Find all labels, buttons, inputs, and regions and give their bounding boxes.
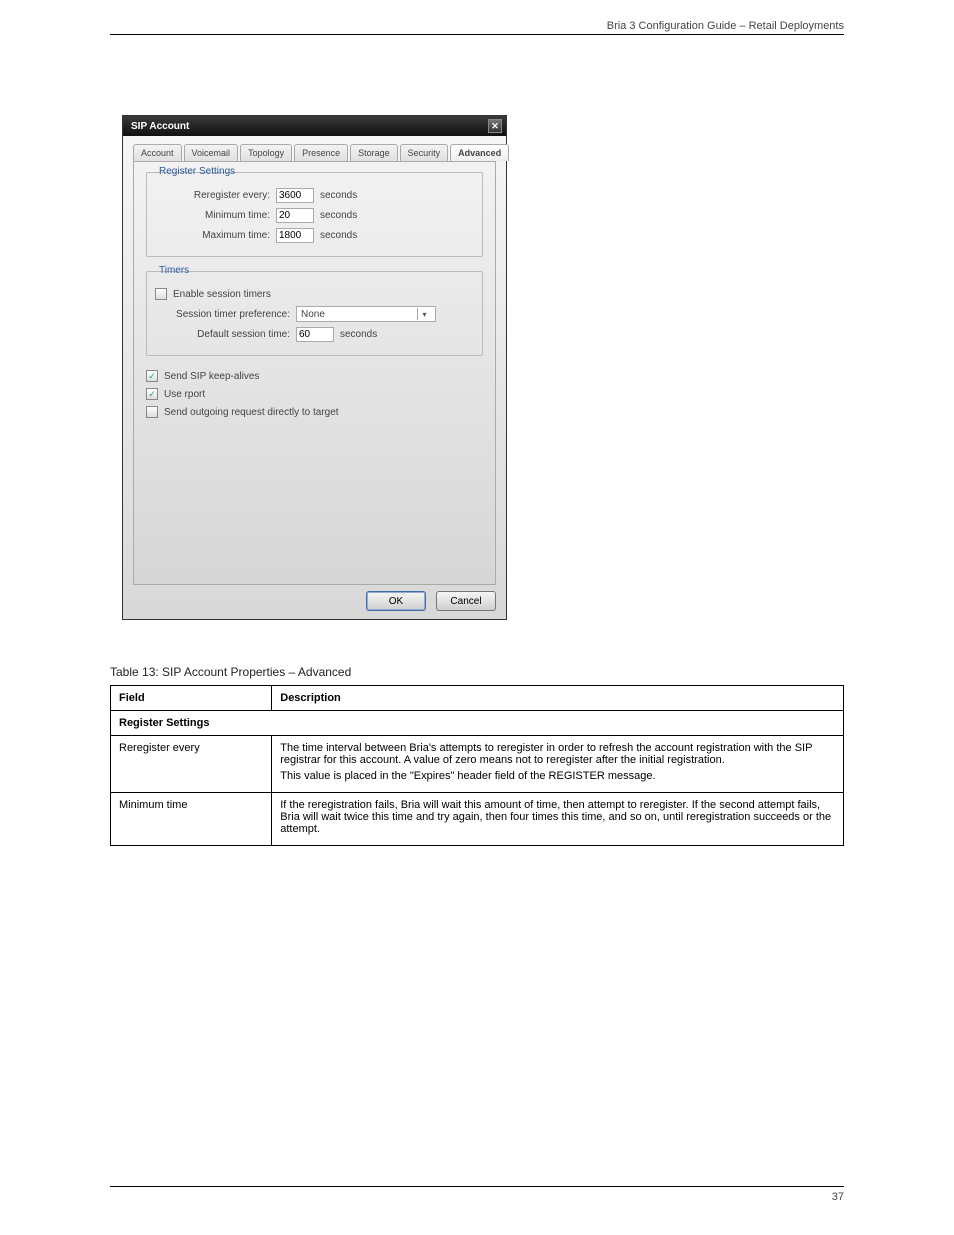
- input-default-session-time[interactable]: [296, 327, 334, 342]
- cell-desc-reregister: The time interval between Bria's attempt…: [272, 736, 844, 793]
- row-enable-session-timers: ✓ Enable session timers: [155, 288, 474, 300]
- row-send-keepalives: ✓ Send SIP keep-alives: [146, 370, 483, 382]
- row-send-direct: ✓ Send outgoing request directly to targ…: [146, 406, 483, 418]
- label-send-direct: Send outgoing request directly to target: [164, 407, 339, 418]
- input-maximum-time[interactable]: [276, 228, 314, 243]
- register-settings-group: Register Settings Reregister every: seco…: [146, 172, 483, 257]
- tab-security[interactable]: Security: [400, 144, 449, 161]
- check-use-rport[interactable]: ✓: [146, 388, 158, 400]
- table-section-cell: Register Settings: [111, 711, 844, 736]
- tab-account[interactable]: Account: [133, 144, 182, 161]
- page-footer: 37: [110, 1186, 844, 1203]
- ok-button[interactable]: OK: [366, 591, 426, 611]
- check-enable-session-timers[interactable]: ✓: [155, 288, 167, 300]
- label-minimum-time: Minimum time:: [155, 210, 270, 221]
- label-default-session-time: Default session time:: [155, 329, 290, 340]
- table-row: Reregister every The time interval betwe…: [111, 736, 844, 793]
- label-use-rport: Use rport: [164, 389, 205, 400]
- cell-field-mintime: Minimum time: [111, 793, 272, 846]
- tab-content: Register Settings Reregister every: seco…: [133, 161, 496, 585]
- th-field: Field: [111, 686, 272, 711]
- label-enable-session-timers: Enable session timers: [173, 289, 271, 300]
- dialog-titlebar: SIP Account ✕: [123, 116, 506, 136]
- row-minimum-time: Minimum time: seconds: [155, 208, 474, 223]
- register-settings-legend: Register Settings: [155, 166, 239, 177]
- combo-session-timer-pref[interactable]: None ▾: [296, 306, 436, 322]
- row-reregister-every: Reregister every: seconds: [155, 188, 474, 203]
- unit-default-session-time: seconds: [340, 329, 377, 340]
- unit-minimum-time: seconds: [320, 210, 357, 221]
- chevron-down-icon: ▾: [417, 308, 431, 320]
- label-session-timer-pref: Session timer preference:: [155, 309, 290, 320]
- timers-legend: Timers: [155, 265, 193, 276]
- label-maximum-time: Maximum time:: [155, 230, 270, 241]
- table-header-row: Field Description: [111, 686, 844, 711]
- cancel-button[interactable]: Cancel: [436, 591, 496, 611]
- tab-storage[interactable]: Storage: [350, 144, 398, 161]
- table-section-row: Register Settings: [111, 711, 844, 736]
- page-header: Bria 3 Configuration Guide – Retail Depl…: [110, 20, 844, 35]
- tab-voicemail[interactable]: Voicemail: [184, 144, 239, 161]
- input-reregister-every[interactable]: [276, 188, 314, 203]
- combo-session-timer-pref-value: None: [301, 309, 325, 320]
- label-send-keepalives: Send SIP keep-alives: [164, 371, 259, 382]
- check-send-keepalives[interactable]: ✓: [146, 370, 158, 382]
- row-use-rport: ✓ Use rport: [146, 388, 483, 400]
- input-minimum-time[interactable]: [276, 208, 314, 223]
- row-default-session-time: Default session time: seconds: [155, 327, 474, 342]
- dialog-title: SIP Account: [131, 121, 189, 132]
- page-header-text: Bria 3 Configuration Guide – Retail Depl…: [607, 20, 844, 32]
- fields-table-title: Table 13: SIP Account Properties – Advan…: [110, 665, 844, 679]
- unit-reregister-every: seconds: [320, 190, 357, 201]
- dialog-button-bar: OK Cancel: [123, 585, 506, 619]
- tab-topology[interactable]: Topology: [240, 144, 292, 161]
- label-reregister-every: Reregister every:: [155, 190, 270, 201]
- unit-maximum-time: seconds: [320, 230, 357, 241]
- cell-desc-mintime: If the reregistration fails, Bria will w…: [272, 793, 844, 846]
- tab-presence[interactable]: Presence: [294, 144, 348, 161]
- close-icon[interactable]: ✕: [488, 119, 502, 133]
- page-number: 37: [832, 1191, 844, 1203]
- tab-advanced[interactable]: Advanced: [450, 144, 509, 161]
- row-session-timer-pref: Session timer preference: None ▾: [155, 306, 474, 322]
- row-maximum-time: Maximum time: seconds: [155, 228, 474, 243]
- fields-table-section: Table 13: SIP Account Properties – Advan…: [110, 665, 844, 846]
- tab-bar: Account Voicemail Topology Presence Stor…: [123, 136, 506, 161]
- cell-field-reregister: Reregister every: [111, 736, 272, 793]
- timers-group: Timers ✓ Enable session timers Session t…: [146, 271, 483, 356]
- th-description: Description: [272, 686, 844, 711]
- sip-account-dialog: SIP Account ✕ Account Voicemail Topology…: [122, 115, 507, 620]
- fields-table: Field Description Register Settings Rere…: [110, 685, 844, 846]
- check-send-direct[interactable]: ✓: [146, 406, 158, 418]
- table-row: Minimum time If the reregistration fails…: [111, 793, 844, 846]
